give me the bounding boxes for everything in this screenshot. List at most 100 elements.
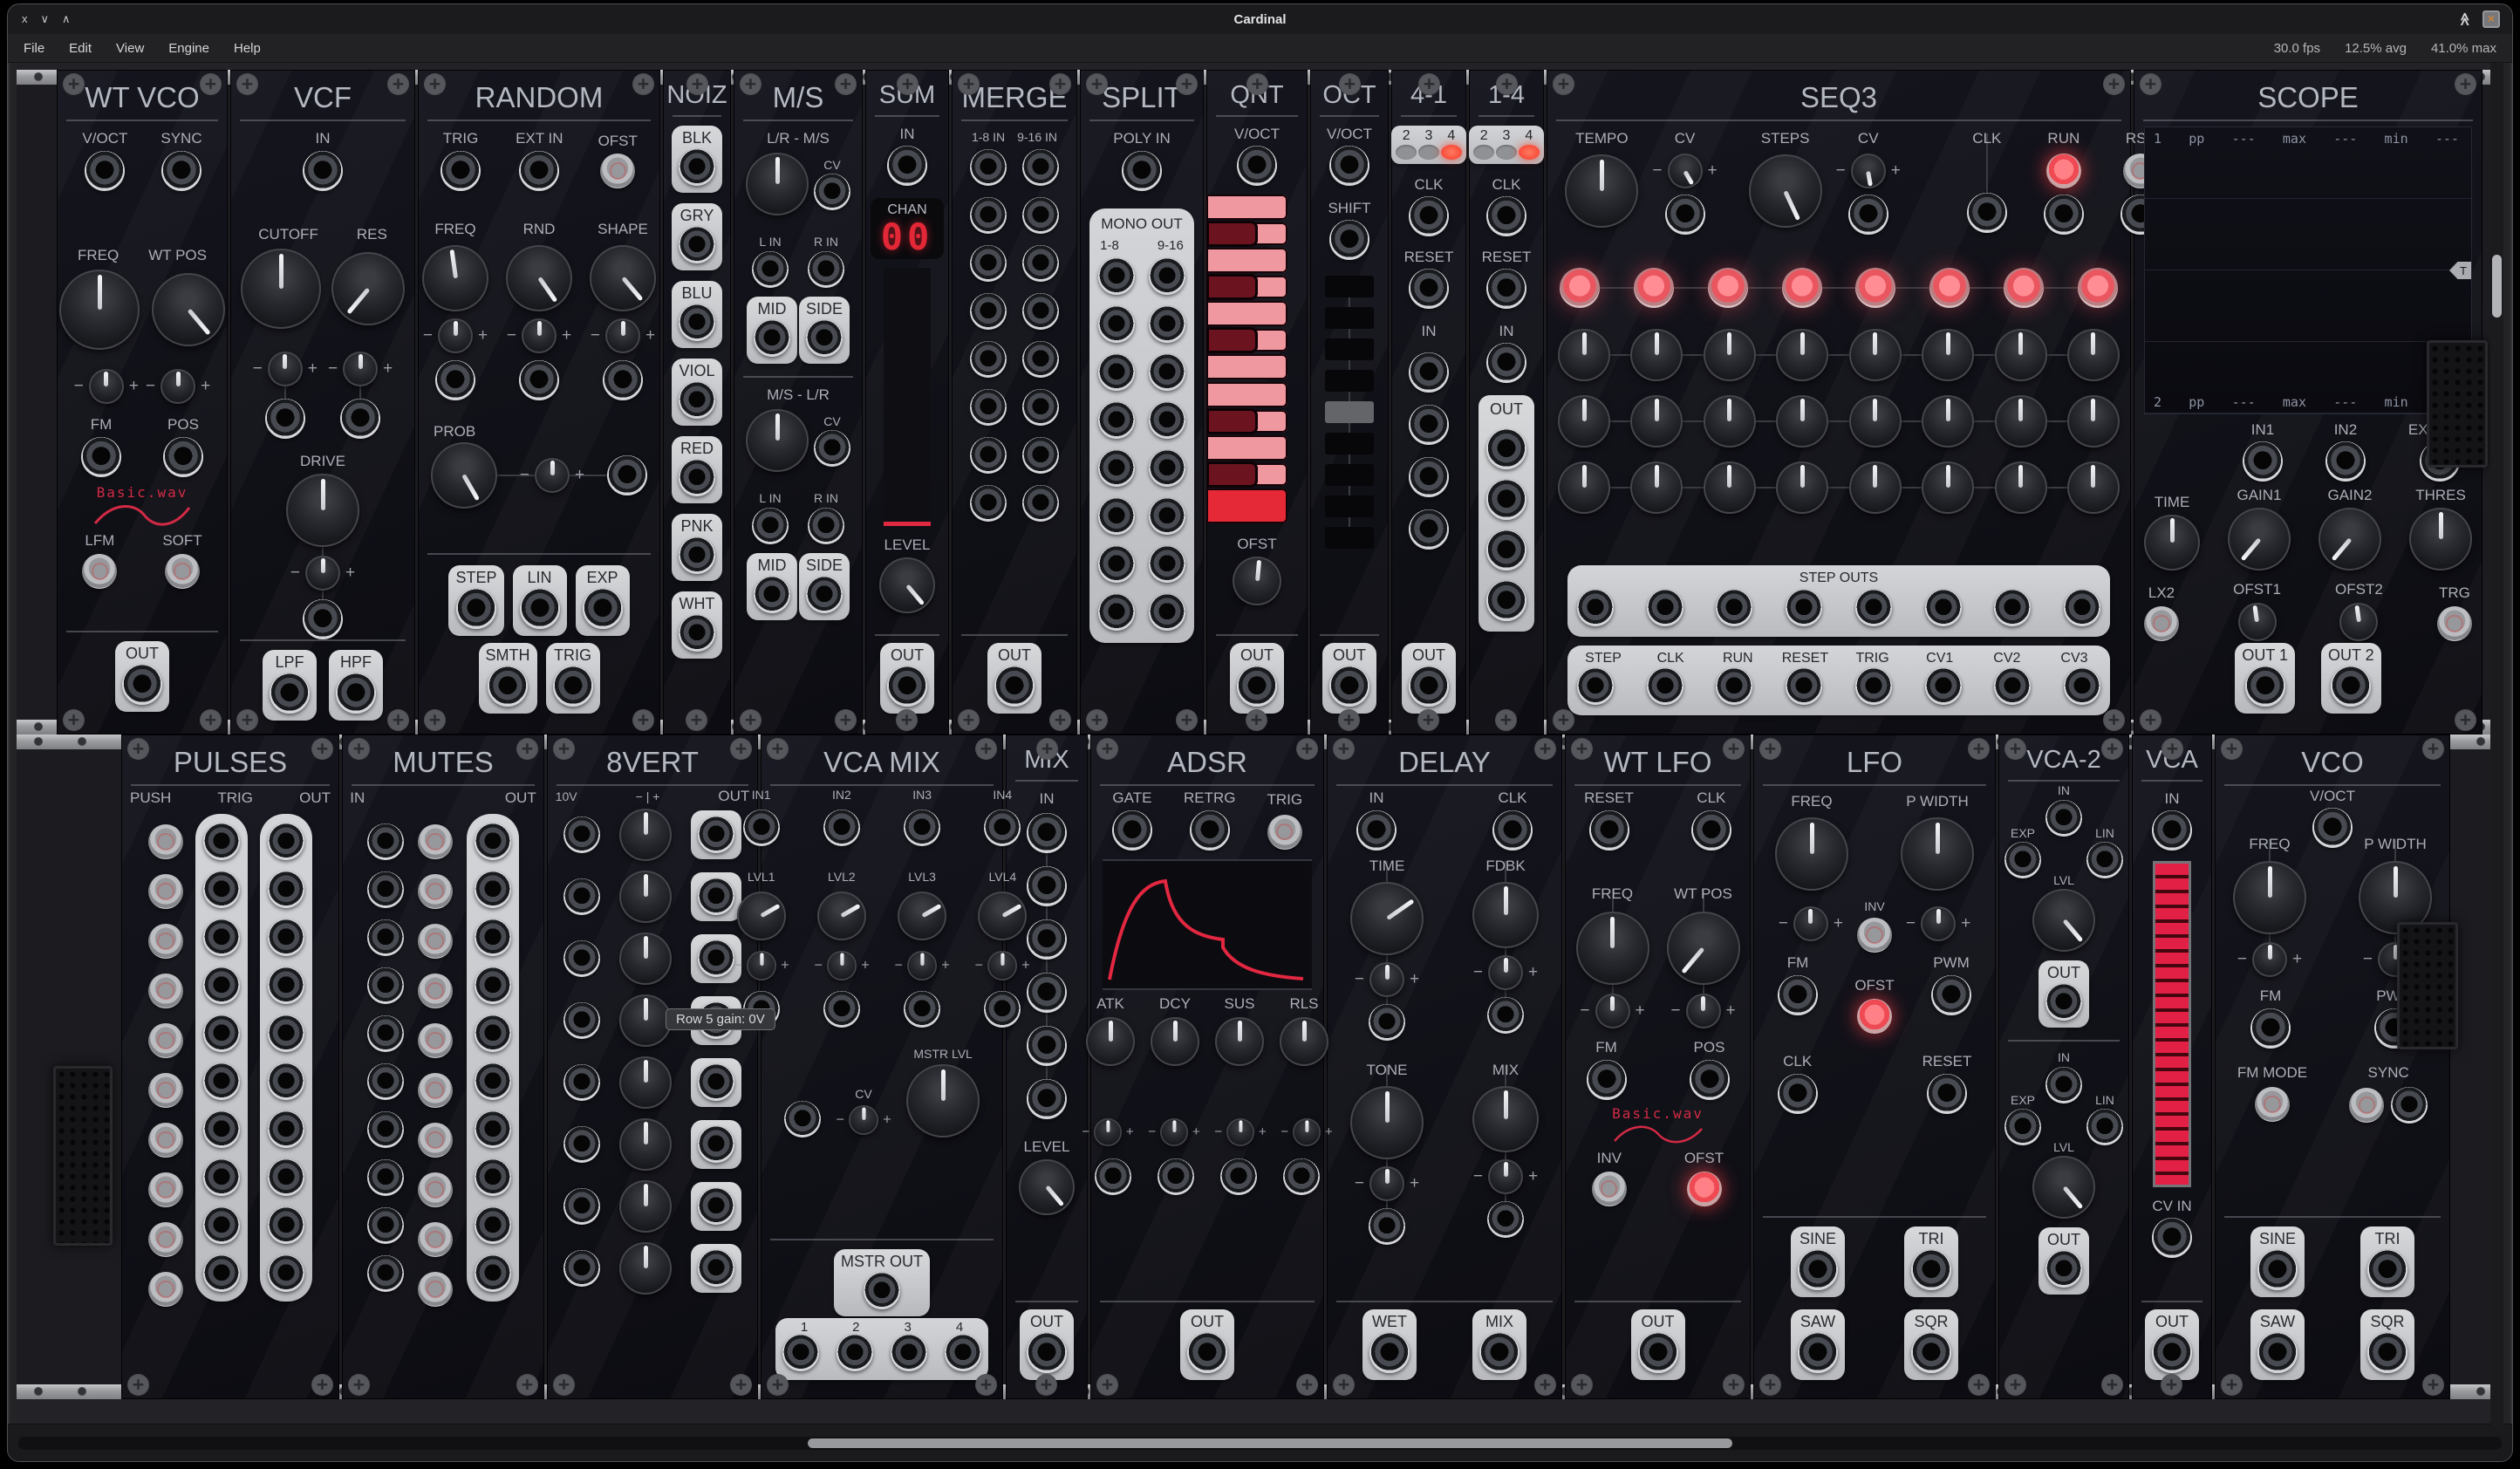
cv3-knob[interactable] bbox=[1704, 461, 1756, 514]
menu-engine[interactable]: Engine bbox=[168, 41, 209, 56]
level-meter[interactable] bbox=[2153, 861, 2191, 1187]
res-attenuverter[interactable] bbox=[328, 352, 393, 386]
key-e[interactable] bbox=[1206, 382, 1287, 407]
pwm-jack[interactable] bbox=[1931, 975, 1971, 1015]
menu-file[interactable]: File bbox=[24, 41, 44, 56]
time-attenuverter[interactable] bbox=[1355, 962, 1419, 997]
shift-jack[interactable] bbox=[1329, 220, 1369, 260]
gain-knob[interactable] bbox=[619, 933, 672, 985]
minimize-icon[interactable]: ∨ bbox=[41, 12, 50, 26]
prob-attenuverter[interactable] bbox=[520, 458, 584, 493]
reset-jack[interactable] bbox=[1589, 810, 1629, 851]
cv3-knob[interactable] bbox=[1630, 461, 1683, 514]
r-in-jack[interactable] bbox=[808, 251, 844, 288]
step-out-jack[interactable] bbox=[1577, 590, 1614, 626]
push-button[interactable] bbox=[148, 1222, 183, 1257]
fm-attenuverter[interactable] bbox=[1779, 906, 1843, 941]
out-jack[interactable] bbox=[475, 1255, 511, 1292]
push-button[interactable] bbox=[148, 1172, 183, 1207]
clk-jack[interactable] bbox=[1691, 810, 1731, 851]
out-jack[interactable] bbox=[268, 1015, 304, 1052]
out2-jack[interactable] bbox=[2045, 1251, 2082, 1288]
in-jack[interactable] bbox=[1027, 919, 1067, 960]
module-vca-mix[interactable]: VCA MIX IN1LVL1 IN2LVL2 IN3LVL3 IN4LVL4 … bbox=[761, 734, 1003, 1399]
module-split[interactable]: SPLIT POLY IN MONO OUT 1-8 9-16 bbox=[1080, 70, 1204, 734]
freq-attenuverter[interactable] bbox=[1580, 994, 1644, 1028]
mute-button[interactable] bbox=[418, 824, 453, 859]
gain-knob[interactable] bbox=[619, 809, 672, 861]
module-qnt[interactable]: QNT V/OCT bbox=[1206, 70, 1308, 734]
lx2-button[interactable] bbox=[2144, 606, 2179, 641]
wavetable-name[interactable]: Basic.wav bbox=[97, 484, 188, 501]
in-jack[interactable] bbox=[2152, 810, 2192, 851]
octave-cell[interactable] bbox=[1325, 464, 1374, 486]
jack[interactable] bbox=[1098, 498, 1135, 535]
clk-jack[interactable] bbox=[1409, 196, 1449, 236]
dcy-cv-jack[interactable] bbox=[1158, 1158, 1194, 1195]
tempo-cv-attenuverter[interactable] bbox=[1652, 154, 1717, 188]
jack[interactable] bbox=[1098, 306, 1135, 343]
out1-jack[interactable] bbox=[1486, 429, 1526, 469]
drive-knob[interactable] bbox=[286, 474, 359, 547]
encode-knob[interactable] bbox=[746, 153, 809, 215]
inv-button[interactable] bbox=[1592, 1172, 1627, 1206]
in-jack[interactable] bbox=[1027, 1026, 1067, 1066]
jack[interactable] bbox=[1022, 437, 1059, 474]
module-adsr[interactable]: ADSR GATE RETRG TRIG ATK DCY SUS RLS bbox=[1090, 734, 1324, 1399]
jack[interactable] bbox=[1022, 149, 1059, 186]
octave-cell[interactable] bbox=[1325, 370, 1374, 392]
cutoff-attenuverter[interactable] bbox=[253, 352, 318, 386]
out-jack[interactable] bbox=[268, 871, 304, 908]
tempo-cv-jack[interactable] bbox=[1665, 195, 1705, 235]
in-jack[interactable] bbox=[887, 146, 927, 186]
cv2-jack[interactable] bbox=[823, 991, 860, 1028]
trig-jack[interactable] bbox=[203, 1207, 240, 1244]
cv3-knob[interactable] bbox=[1776, 461, 1828, 514]
fm-jack[interactable] bbox=[2250, 1008, 2291, 1049]
tri-jack[interactable] bbox=[2367, 1250, 2407, 1290]
mix-out-jack[interactable] bbox=[1479, 1333, 1520, 1373]
module-merge[interactable]: MERGE 1-8 IN 9-16 IN OUT bbox=[952, 70, 1077, 734]
trig-jack[interactable] bbox=[203, 1159, 240, 1196]
trig-button[interactable] bbox=[1267, 815, 1302, 850]
freq-knob[interactable] bbox=[59, 270, 140, 350]
steps-cv-jack[interactable] bbox=[1848, 195, 1888, 235]
fm-mode-button[interactable] bbox=[2255, 1087, 2290, 1122]
saw-jack[interactable] bbox=[1798, 1333, 1838, 1373]
cv3-knob[interactable] bbox=[1922, 461, 1974, 514]
module-oct[interactable]: OCT V/OCT SHIFT OUT bbox=[1310, 70, 1389, 734]
jack[interactable] bbox=[970, 197, 1007, 234]
mute-button[interactable] bbox=[418, 974, 453, 1008]
trig-jack[interactable] bbox=[203, 823, 240, 860]
out-jack[interactable] bbox=[122, 665, 162, 705]
freq-knob[interactable] bbox=[2233, 861, 2306, 934]
rnd-attenuverter[interactable] bbox=[507, 318, 571, 353]
in-jack[interactable] bbox=[563, 1002, 600, 1039]
out-jack[interactable] bbox=[475, 1063, 511, 1100]
poly-out-jack[interactable] bbox=[994, 666, 1035, 707]
cv3-attenuverter[interactable] bbox=[895, 951, 950, 980]
gate-led-button[interactable] bbox=[1929, 268, 1970, 308]
reset-jack[interactable] bbox=[1409, 269, 1449, 309]
sync-jack[interactable] bbox=[161, 151, 201, 191]
atk-knob[interactable] bbox=[1086, 1017, 1135, 1066]
fdbk-knob[interactable] bbox=[1472, 882, 1539, 948]
key-f-sharp[interactable] bbox=[1206, 327, 1258, 353]
trig-jack[interactable] bbox=[203, 919, 240, 956]
reset-jack[interactable] bbox=[1927, 1074, 1967, 1114]
out-jack[interactable] bbox=[268, 1159, 304, 1196]
in-jack[interactable] bbox=[367, 1063, 404, 1100]
lvl1-knob[interactable] bbox=[737, 892, 786, 940]
out-jack[interactable] bbox=[698, 1188, 734, 1225]
fm-jack[interactable] bbox=[1587, 1060, 1627, 1100]
module-vca[interactable]: VCA IN CV IN OUT bbox=[2132, 734, 2212, 1399]
jack[interactable] bbox=[1149, 402, 1185, 439]
prob-knob[interactable] bbox=[431, 442, 497, 509]
out2-jack[interactable] bbox=[1486, 480, 1526, 520]
time-knob[interactable] bbox=[1350, 882, 1424, 955]
out4-jack[interactable] bbox=[1486, 581, 1526, 621]
jack[interactable] bbox=[1022, 293, 1059, 330]
pwidth-knob[interactable] bbox=[1901, 817, 1974, 891]
out-jack[interactable] bbox=[268, 1063, 304, 1100]
pos-jack[interactable] bbox=[1690, 1060, 1730, 1100]
